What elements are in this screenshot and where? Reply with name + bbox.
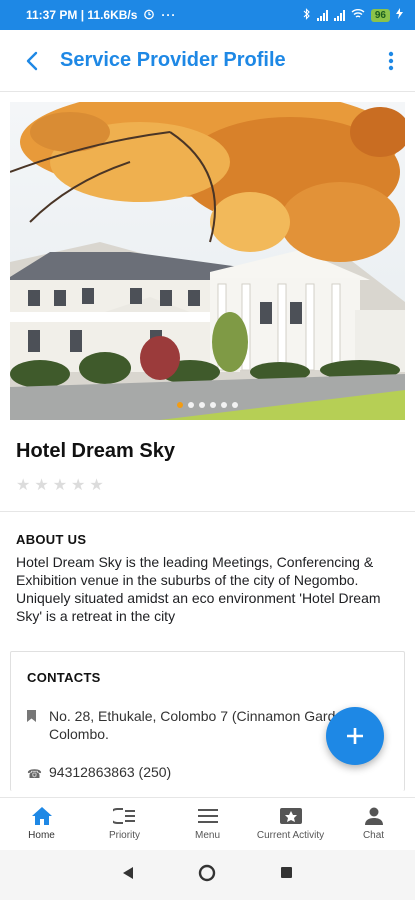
nav-priority-label: Priority [108, 830, 141, 841]
more-vert-icon [388, 51, 394, 70]
carousel-dot[interactable] [177, 402, 183, 408]
page-title: Service Provider Profile [60, 49, 286, 71]
nav-current-activity-label: Current Activity [256, 830, 325, 841]
system-navigation-bar [0, 850, 415, 900]
bluetooth-icon [303, 7, 311, 23]
overflow-menu-button[interactable] [379, 43, 403, 79]
star-icon[interactable]: ★ [71, 475, 85, 495]
carousel-dot[interactable] [199, 402, 205, 408]
nav-home-label: Home [28, 830, 55, 841]
nav-current-activity[interactable]: Current Activity [249, 798, 332, 850]
back-arrow-icon [26, 51, 38, 70]
image-carousel[interactable] [10, 102, 405, 420]
plus-icon [347, 728, 363, 744]
contacts-heading: CONTACTS [27, 670, 101, 685]
nav-chat-label: Chat [362, 830, 385, 841]
person-icon [364, 807, 383, 825]
star-icon[interactable]: ★ [53, 475, 67, 495]
home-circle-icon [198, 864, 216, 881]
rating-stars[interactable]: ★ ★ ★ ★ ★ [0, 463, 415, 511]
system-back-button[interactable] [122, 866, 134, 885]
status-bar: 11:37 PM | 11.6KB/s ··· 96 [0, 0, 415, 30]
system-recents-button[interactable] [280, 866, 293, 884]
phone-icon: ☎ [27, 767, 42, 781]
bookmark-icon [27, 707, 49, 727]
home-icon [31, 807, 52, 825]
star-icon[interactable]: ★ [89, 475, 103, 495]
alarm-icon [143, 8, 155, 23]
more-notifications-icon: ··· [161, 8, 177, 22]
phone-text: 94312863863 (250) [49, 764, 172, 780]
carousel-indicators [10, 402, 405, 408]
star-icon[interactable]: ★ [34, 475, 48, 495]
provider-name: Hotel Dream Sky [16, 440, 175, 462]
app-bar: Service Provider Profile [0, 30, 415, 92]
hotel-photo [10, 102, 405, 420]
about-heading: ABOUT US [16, 532, 87, 547]
nav-menu[interactable]: Menu [166, 798, 249, 850]
bottom-navigation: Home Priority Menu Current Activity Chat [0, 797, 415, 850]
menu-icon [197, 809, 218, 823]
charging-icon [396, 8, 403, 22]
about-section: ABOUT US Hotel Dream Sky is the leading … [0, 512, 415, 625]
nav-menu-label: Menu [194, 830, 220, 841]
signal-icon-2 [333, 9, 345, 21]
carousel-dot[interactable] [210, 402, 216, 408]
nav-chat[interactable]: Chat [332, 798, 415, 850]
back-triangle-icon [123, 866, 133, 879]
add-fab-button[interactable] [326, 707, 384, 765]
signal-icon [316, 9, 328, 21]
recents-square-icon [281, 867, 292, 878]
activity-icon [279, 808, 302, 824]
system-home-button[interactable] [198, 864, 216, 887]
wifi-icon [351, 8, 365, 22]
status-time: 11:37 PM | 11.6KB/s [26, 8, 138, 22]
back-button[interactable] [14, 43, 50, 79]
priority-icon [112, 808, 135, 824]
nav-home[interactable]: Home [0, 798, 83, 850]
star-icon[interactable]: ★ [16, 475, 30, 495]
nav-priority[interactable]: Priority [83, 798, 166, 850]
carousel-dot[interactable] [232, 402, 238, 408]
battery-icon: 96 [370, 8, 390, 22]
carousel-dot[interactable] [188, 402, 194, 408]
about-text: Hotel Dream Sky is the leading Meetings,… [16, 554, 381, 624]
phone-row[interactable]: ☎ 94312863863 (250) [27, 763, 388, 783]
carousel-dot[interactable] [221, 402, 227, 408]
